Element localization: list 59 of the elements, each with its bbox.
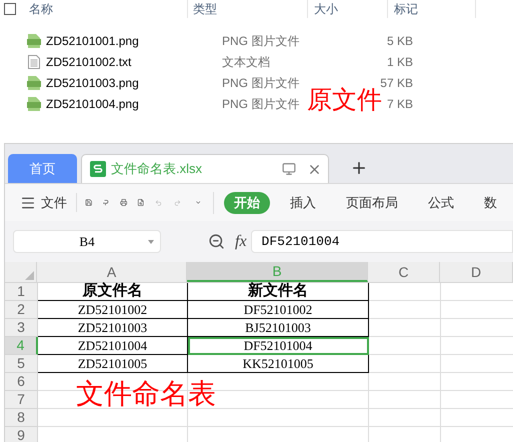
text-file-icon [26, 54, 42, 70]
column-header[interactable]: C [368, 262, 440, 282]
spreadsheet-icon [90, 161, 106, 177]
monitor-icon[interactable] [282, 162, 296, 176]
corner-triangle-icon [25, 271, 34, 280]
table-cell: ZD52101002 [38, 301, 188, 319]
file-size: 7 KB [386, 96, 413, 112]
image-file-icon [26, 32, 42, 48]
zoom-out-icon[interactable] [208, 233, 225, 250]
row-header[interactable]: 6 [5, 373, 38, 391]
table-cell: KK52101005 [188, 355, 369, 373]
table-cell: DF52101004 [188, 337, 369, 355]
image-file-icon [26, 96, 42, 112]
row-header[interactable]: 5 [5, 355, 38, 373]
file-size: 57 KB [380, 74, 413, 90]
table-cell: 新文件名 [188, 283, 369, 301]
column-header[interactable]: 大小 [314, 0, 338, 18]
row-header[interactable]: 9 [5, 427, 38, 442]
new-tab-icon[interactable] [350, 159, 368, 177]
column-header[interactable]: 标记 [394, 0, 418, 18]
dropdown-icon[interactable] [148, 240, 154, 244]
table-cell: DF52101002 [188, 301, 369, 319]
file-type: PNG 图片文件 [222, 76, 300, 90]
file-menu-button[interactable]: 文件 [20, 192, 77, 212]
column-header[interactable]: D [440, 262, 513, 282]
row-header[interactable]: 8 [5, 409, 38, 427]
file-name[interactable]: ZD52101003.png [46, 74, 139, 92]
name-box[interactable]: B4 [13, 230, 161, 253]
function-label[interactable]: fx [235, 230, 247, 254]
table-cell: BJ52101003 [188, 319, 369, 337]
table-cell: ZD52101004 [38, 337, 188, 355]
column-header[interactable]: 类型 [193, 0, 217, 18]
row-header[interactable]: 3 [5, 319, 38, 337]
column-header[interactable]: 名称 [29, 0, 53, 18]
table-cell: ZD52101003 [38, 319, 188, 337]
row-header[interactable]: 7 [5, 391, 38, 409]
row-header[interactable]: 2 [5, 301, 38, 319]
file-name[interactable]: ZD52101002.txt [46, 52, 132, 70]
tab-label: 文件命名表.xlsx [111, 160, 202, 178]
ribbon-tab[interactable]: 插入 [280, 192, 326, 214]
row-header[interactable]: 1 [5, 283, 38, 301]
ribbon-tab[interactable]: 页面布局 [336, 192, 408, 214]
file-name[interactable]: ZD52101004.png [46, 94, 139, 112]
formula-field[interactable]: DF52101004 [250, 230, 513, 253]
menu-icon [20, 194, 36, 210]
table-cell: ZD52101005 [38, 355, 188, 373]
file-name[interactable]: ZD52101001.png [46, 32, 139, 50]
image-file-icon [26, 74, 42, 90]
file-type: PNG 图片文件 [222, 34, 300, 48]
file-type: PNG 图片文件 [222, 96, 300, 110]
caption-text: 文件命名表 [76, 380, 216, 408]
caption-text: 原文件 [307, 88, 382, 113]
file-size: 5 KB [386, 32, 413, 50]
table-cell: 原文件名 [38, 283, 188, 301]
file-type: 文本文档 [222, 54, 270, 68]
ribbon-tab[interactable]: 数 [474, 192, 507, 214]
file-size: 1 KB [386, 54, 413, 70]
select-all-checkbox[interactable] [4, 3, 16, 15]
ribbon-tab[interactable]: 公式 [418, 192, 464, 214]
